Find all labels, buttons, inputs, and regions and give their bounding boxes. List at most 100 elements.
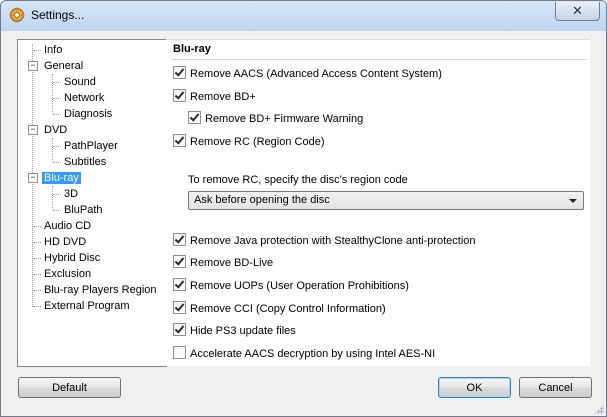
tree-connector: [33, 226, 41, 227]
tree-item-label: Subtitles: [64, 156, 107, 168]
dropdown-arrow-icon[interactable]: [569, 199, 577, 203]
option-label: Remove CCI (Copy Control Information): [190, 303, 386, 315]
tree-item-blupath[interactable]: BluPath: [62, 202, 105, 218]
tree-connector: [53, 146, 61, 147]
checkbox-remove-aacs[interactable]: [173, 66, 186, 79]
tree-item-label: Hybrid Disc: [44, 252, 101, 264]
option-hide-ps3-update-files[interactable]: Hide PS3 update files: [173, 323, 296, 339]
tree-connector: [53, 82, 61, 83]
tree-item-audio-cd[interactable]: Audio CD: [42, 218, 93, 234]
tree-item-diagnosis[interactable]: Diagnosis: [62, 106, 114, 122]
panel-title: Blu-ray: [173, 43, 211, 55]
cancel-button[interactable]: Cancel: [519, 377, 592, 398]
tree-item-subtitles[interactable]: Subtitles: [62, 154, 108, 170]
tree-connector: [33, 290, 41, 291]
tree-connector: [53, 194, 61, 195]
checkbox-remove-rc[interactable]: [173, 134, 186, 147]
option-label: Remove BD+ Firmware Warning: [205, 113, 364, 125]
checkbox-remove-bdplus-firmware-warning[interactable]: [188, 111, 201, 124]
option-remove-rc[interactable]: Remove RC (Region Code): [173, 134, 325, 150]
checkbox-hide-ps3-update-files[interactable]: [173, 323, 186, 336]
tree-item-bluray-players-region[interactable]: Blu-ray Players Region: [42, 282, 159, 298]
window-title: Settings...: [31, 8, 85, 22]
tree-item-label: Audio CD: [44, 220, 92, 232]
option-label: Remove Java protection with StealthyClon…: [190, 235, 476, 247]
option-label: Remove RC (Region Code): [190, 136, 325, 148]
tree-item-label: HD DVD: [44, 236, 87, 248]
tree-item-label: External Program: [44, 300, 130, 312]
tree-item-label: Exclusion: [44, 268, 92, 280]
tree-item-hybrid-disc[interactable]: Hybrid Disc: [42, 250, 102, 266]
option-label: Remove BD+: [190, 91, 256, 103]
tree-item-general[interactable]: General: [42, 58, 85, 74]
tree-item-dvd[interactable]: DVD: [42, 122, 69, 138]
tree-item-exclusion[interactable]: Exclusion: [42, 266, 93, 282]
checkbox-remove-java-protection[interactable]: [173, 233, 186, 246]
tree-item-label: 3D: [64, 188, 79, 200]
option-label: Remove BD-Live: [190, 257, 274, 269]
tree-connector-bluray: [52, 186, 53, 210]
checkbox-accelerate-aacs-aes-ni[interactable]: [173, 346, 186, 359]
expander-bluray-icon[interactable]: −: [28, 173, 38, 183]
close-button[interactable]: ✕: [555, 2, 600, 21]
tree-item-label: Network: [64, 92, 105, 104]
settings-tree[interactable]: − − − Info General Sound Network Diagnos…: [17, 39, 167, 367]
checkbox-remove-cci[interactable]: [173, 301, 186, 314]
option-remove-bdplus[interactable]: Remove BD+: [173, 89, 256, 105]
tree-item-label: Blu-ray Players Region: [44, 284, 157, 296]
tree-connector: [33, 242, 41, 243]
option-accelerate-aacs-aes-ni[interactable]: Accelerate AACS decryption by using Inte…: [173, 346, 435, 362]
title-divider: [171, 59, 587, 60]
option-label: Remove UOPs (User Operation Prohibitions…: [190, 280, 409, 292]
option-remove-java-protection[interactable]: Remove Java protection with StealthyClon…: [173, 233, 476, 249]
tree-item-3d[interactable]: 3D: [62, 186, 80, 202]
settings-app-icon: [9, 7, 25, 23]
tree-item-pathplayer[interactable]: PathPlayer: [62, 138, 120, 154]
tree-item-label: Blu-ray: [42, 172, 81, 184]
option-remove-aacs[interactable]: Remove AACS (Advanced Access Content Sys…: [173, 66, 442, 82]
tree-connector: [53, 114, 61, 115]
tree-connector: [53, 210, 61, 211]
region-code-selected-value: Ask before opening the disc: [194, 194, 330, 206]
tree-connector: [33, 50, 41, 51]
settings-window: Settings... ✕ − − − Info General Sound N…: [0, 0, 607, 417]
tree-item-info[interactable]: Info: [42, 42, 64, 58]
bluray-settings-panel: Blu-ray Remove AACS (Advanced Access Con…: [166, 39, 590, 366]
tree-item-label: PathPlayer: [64, 140, 118, 152]
tree-item-hd-dvd[interactable]: HD DVD: [42, 234, 88, 250]
tree-item-external-program[interactable]: External Program: [42, 298, 132, 314]
tree-item-label: BluPath: [64, 204, 103, 216]
tree-item-label: Sound: [64, 76, 96, 88]
default-button[interactable]: Default: [18, 377, 121, 398]
option-label: Remove AACS (Advanced Access Content Sys…: [190, 68, 442, 80]
option-remove-bd-live[interactable]: Remove BD-Live: [173, 255, 273, 271]
region-code-hint: To remove RC, specify the disc's region …: [188, 174, 408, 186]
tree-item-label: Diagnosis: [64, 108, 113, 120]
dialog-client-area: − − − Info General Sound Network Diagnos…: [7, 31, 600, 410]
tree-connector: [33, 258, 41, 259]
tree-connector: [33, 274, 41, 275]
expander-dvd-icon[interactable]: −: [28, 125, 38, 135]
tree-item-network[interactable]: Network: [62, 90, 106, 106]
tree-item-label: DVD: [44, 124, 68, 136]
tree-connector: [33, 306, 41, 307]
tree-connector: [53, 98, 61, 99]
checkbox-remove-bd-live[interactable]: [173, 255, 186, 268]
option-label: Hide PS3 update files: [190, 325, 296, 337]
option-remove-bdplus-firmware-warning[interactable]: Remove BD+ Firmware Warning: [188, 111, 363, 127]
title-bar[interactable]: Settings... ✕: [1, 1, 606, 31]
tree-item-sound[interactable]: Sound: [62, 74, 98, 90]
checkbox-remove-uops[interactable]: [173, 278, 186, 291]
tree-connector-dvd: [52, 138, 53, 162]
tree-item-label: Info: [44, 44, 63, 56]
option-label: Accelerate AACS decryption by using Inte…: [190, 348, 436, 360]
tree-connector: [53, 162, 61, 163]
option-remove-cci[interactable]: Remove CCI (Copy Control Information): [173, 301, 386, 317]
tree-item-bluray[interactable]: Blu-ray: [42, 170, 81, 186]
option-remove-uops[interactable]: Remove UOPs (User Operation Prohibitions…: [173, 278, 409, 294]
region-code-select[interactable]: Ask before opening the disc: [188, 191, 584, 210]
ok-button[interactable]: OK: [438, 377, 511, 398]
expander-general-icon[interactable]: −: [28, 61, 38, 71]
close-icon: ✕: [572, 3, 583, 18]
checkbox-remove-bdplus[interactable]: [173, 89, 186, 102]
